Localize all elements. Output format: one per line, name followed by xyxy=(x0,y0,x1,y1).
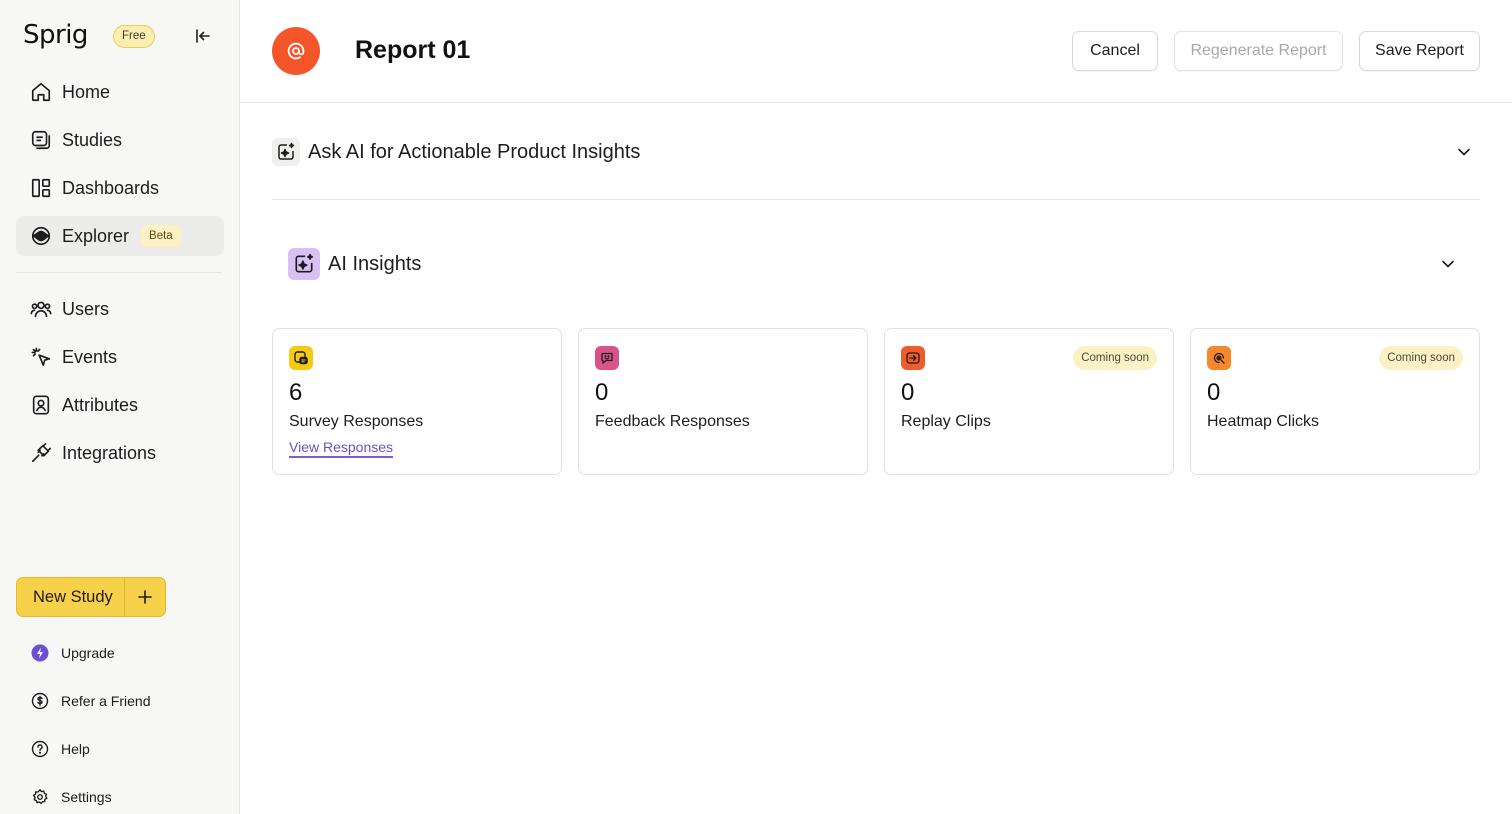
sidebar-item-refer[interactable]: Refer a Friend xyxy=(16,683,224,719)
plan-badge: Free xyxy=(113,25,155,48)
feedback-responses-card[interactable]: 0 Feedback Responses xyxy=(578,328,868,475)
sidebar-item-users[interactable]: Users xyxy=(16,289,224,329)
sidebar-item-integrations[interactable]: Integrations xyxy=(16,433,224,473)
collapse-left-icon xyxy=(196,29,210,43)
upgrade-icon xyxy=(30,643,50,663)
sidebar-item-label: Integrations xyxy=(62,442,157,463)
sidebar-item-upgrade[interactable]: Upgrade xyxy=(16,635,224,671)
sidebar-item-explorer[interactable]: Explorer Beta xyxy=(16,216,224,256)
sidebar-item-events[interactable]: Events xyxy=(16,337,224,377)
new-study-button[interactable]: New Study xyxy=(16,577,166,617)
sidebar-item-attributes[interactable]: Attributes xyxy=(16,385,224,425)
heatmap-clicks-count: 0 xyxy=(1207,379,1221,406)
ask-ai-title: Ask AI for Actionable Product Insights xyxy=(308,140,641,163)
survey-icon xyxy=(289,346,313,370)
section-divider xyxy=(272,199,1480,200)
coming-soon-badge: Coming soon xyxy=(1073,346,1157,370)
integrations-icon xyxy=(29,441,53,465)
home-icon xyxy=(29,80,53,104)
survey-responses-label: Survey Responses xyxy=(289,413,424,430)
page-title: Report 01 xyxy=(355,36,471,64)
view-responses-link[interactable]: View Responses xyxy=(289,439,394,458)
main-content: Report 01 Cancel Regenerate Report Save … xyxy=(240,0,1512,814)
sidebar-item-label: Home xyxy=(62,81,111,102)
ai-sparkle-icon xyxy=(272,138,300,166)
sidebar-item-home[interactable]: Home xyxy=(16,72,224,112)
regenerate-report-button[interactable]: Regenerate Report xyxy=(1174,31,1343,71)
sidebar-item-label: Help xyxy=(61,741,90,757)
sidebar-item-label: Refer a Friend xyxy=(61,693,151,709)
replay-clips-count: 0 xyxy=(901,379,915,406)
sidebar-item-dashboards[interactable]: Dashboards xyxy=(16,168,224,208)
feedback-responses-label: Feedback Responses xyxy=(595,413,750,430)
nav-divider xyxy=(16,272,222,273)
plus-icon[interactable] xyxy=(125,578,165,616)
events-icon xyxy=(29,345,53,369)
users-icon xyxy=(29,297,53,321)
help-icon xyxy=(30,739,50,759)
heatmap-icon xyxy=(1207,346,1231,370)
dollar-circle-icon xyxy=(30,691,50,711)
sidebar-item-label: Upgrade xyxy=(61,645,115,661)
replay-icon xyxy=(901,346,925,370)
cancel-button[interactable]: Cancel xyxy=(1072,31,1158,71)
feedback-icon xyxy=(595,346,619,370)
gear-icon xyxy=(30,787,50,807)
report-header: Report 01 Cancel Regenerate Report Save … xyxy=(240,0,1512,103)
coming-soon-badge: Coming soon xyxy=(1379,346,1463,370)
heatmap-clicks-card[interactable]: Coming soon 0 Heatmap Clicks xyxy=(1190,328,1480,475)
ai-insights-section-toggle[interactable]: AI Insights xyxy=(288,247,1464,281)
ask-ai-section-toggle[interactable]: Ask AI for Actionable Product Insights xyxy=(272,134,1480,170)
feedback-responses-count: 0 xyxy=(595,379,609,406)
sidebar-item-help[interactable]: Help xyxy=(16,731,224,767)
sidebar-item-label: Events xyxy=(62,346,118,367)
sidebar-item-label: Attributes xyxy=(62,394,139,415)
save-report-button[interactable]: Save Report xyxy=(1359,31,1480,71)
chevron-down-icon[interactable] xyxy=(1454,142,1474,162)
attributes-icon xyxy=(29,393,53,417)
chevron-down-icon[interactable] xyxy=(1438,254,1458,274)
sidebar-item-label: Dashboards xyxy=(62,177,160,198)
brand-logo[interactable]: Sprig xyxy=(23,20,88,50)
replay-clips-label: Replay Clips xyxy=(901,413,991,430)
heatmap-clicks-label: Heatmap Clicks xyxy=(1207,413,1320,430)
beta-badge: Beta xyxy=(141,225,181,247)
sidebar: Sprig Free Home Studies Dashboards Explo… xyxy=(0,0,240,814)
sidebar-item-label: Users xyxy=(62,298,110,319)
ai-insights-title: AI Insights xyxy=(328,252,422,275)
report-at-icon xyxy=(287,42,305,60)
sidebar-item-label: Explorer xyxy=(62,225,130,246)
survey-responses-count: 6 xyxy=(289,379,303,406)
insight-cards: 6 Survey Responses View Responses 0 Feed… xyxy=(272,328,1480,475)
ai-insights-icon xyxy=(288,248,320,280)
survey-responses-card[interactable]: 6 Survey Responses View Responses xyxy=(272,328,562,475)
explorer-icon xyxy=(29,224,53,248)
new-study-label[interactable]: New Study xyxy=(17,578,125,616)
dashboards-icon xyxy=(29,176,53,200)
replay-clips-card[interactable]: Coming soon 0 Replay Clips xyxy=(884,328,1174,475)
sidebar-item-label: Studies xyxy=(62,129,123,150)
sidebar-item-studies[interactable]: Studies xyxy=(16,120,224,160)
sidebar-item-label: Settings xyxy=(61,789,112,805)
collapse-sidebar-button[interactable] xyxy=(190,24,216,48)
sidebar-item-settings[interactable]: Settings xyxy=(16,779,224,814)
report-avatar xyxy=(272,27,320,75)
studies-icon xyxy=(29,128,53,152)
